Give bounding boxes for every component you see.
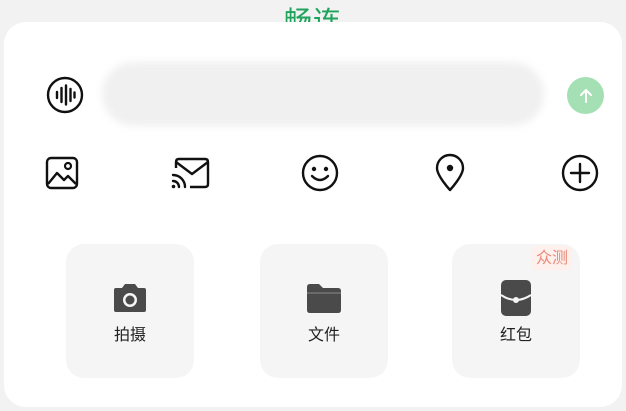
input-panel: 拍摄 文件 众测 红包 (4, 22, 622, 407)
red-packet-label: 红包 (499, 325, 532, 344)
emoji-button[interactable] (300, 153, 340, 193)
camera-label: 拍摄 (113, 325, 146, 344)
folder-icon (304, 280, 344, 316)
more-button[interactable] (560, 153, 600, 193)
camera-card[interactable]: 拍摄 (66, 244, 194, 378)
red-packet-icon (496, 280, 536, 316)
voice-waveform-icon (46, 76, 84, 114)
message-input[interactable] (102, 62, 544, 126)
beta-badge: 众测 (531, 246, 572, 270)
location-button[interactable] (430, 153, 470, 193)
cast-message-button[interactable] (170, 153, 210, 193)
arrow-up-icon (579, 88, 592, 103)
file-card[interactable]: 文件 (260, 244, 388, 378)
smiley-icon (301, 154, 339, 192)
camera-icon (110, 280, 150, 316)
image-icon (45, 156, 79, 190)
red-packet-card[interactable]: 众测 红包 (452, 244, 580, 378)
cast-message-icon (171, 157, 210, 189)
image-button[interactable] (42, 153, 82, 193)
plus-circle-icon (561, 154, 599, 192)
voice-input-button[interactable] (46, 76, 84, 114)
location-pin-icon (435, 153, 465, 192)
send-button[interactable] (567, 77, 604, 114)
file-label: 文件 (307, 325, 340, 344)
